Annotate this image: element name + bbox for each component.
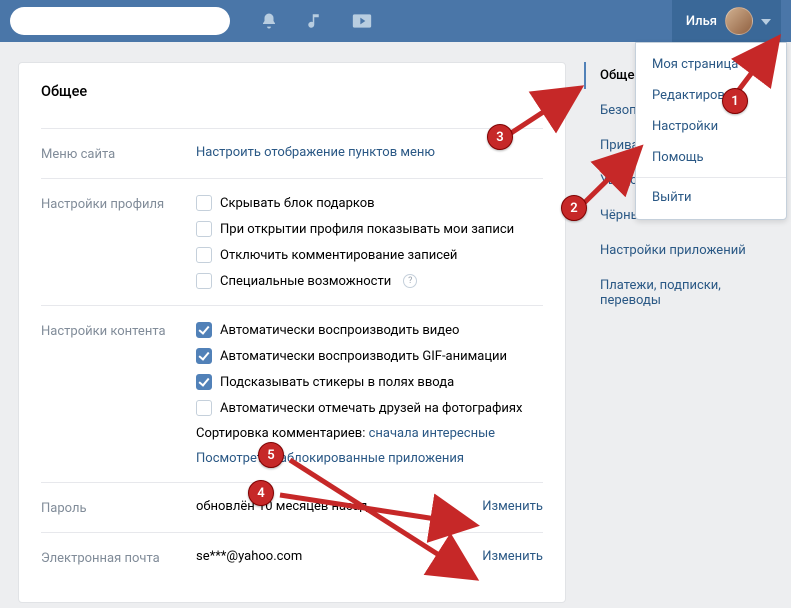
bell-icon[interactable] (260, 12, 278, 30)
dd-logout[interactable]: Выйти (636, 182, 786, 213)
sort-link[interactable]: сначала интересные (369, 426, 495, 441)
row-label: Пароль (41, 499, 196, 516)
user-name: Илья (686, 14, 717, 29)
row-email: Электронная почта se***@yahoo.com Измени… (41, 532, 543, 582)
chk-show-posts[interactable]: При открытии профиля показывать мои запи… (196, 221, 543, 237)
row-profile-settings: Настройки профиля Скрывать блок подарков… (41, 178, 543, 305)
top-icons (260, 12, 372, 30)
chk-hide-gifts[interactable]: Скрывать блок подарков (196, 195, 543, 211)
search-input[interactable] (10, 7, 230, 35)
configure-menu-link[interactable]: Настроить отображение пунктов меню (196, 145, 543, 160)
chevron-down-icon (761, 14, 771, 29)
dd-edit[interactable]: Редактировать (636, 80, 786, 111)
tab-payments[interactable]: Платежи, подписки, переводы (584, 272, 784, 314)
chk-disable-comments[interactable]: Отключить комментирование записей (196, 247, 543, 263)
user-menu-trigger[interactable]: Илья (672, 0, 781, 42)
chk-autotag-friends[interactable]: Автоматически отмечать друзей на фотогра… (196, 400, 543, 416)
avatar (725, 7, 753, 35)
blocked-apps-link[interactable]: Посмотреть заблокированные приложения (196, 451, 543, 466)
chk-accessibility[interactable]: Специальные возможности? (196, 273, 543, 289)
dd-separator (636, 177, 786, 178)
chk-sticker-hints[interactable]: Подсказывать стикеры в полях ввода (196, 374, 543, 390)
row-password: Пароль обновлён 10 месяцев назад Изменит… (41, 482, 543, 532)
topbar: Илья (0, 0, 791, 42)
change-email-link[interactable]: Изменить (482, 549, 543, 564)
email-value: se***@yahoo.com (196, 549, 302, 564)
tab-app-settings[interactable]: Настройки приложений (584, 237, 784, 264)
row-label: Меню сайта (41, 145, 196, 162)
help-icon[interactable]: ? (403, 274, 417, 288)
password-value: обновлён 10 месяцев назад (196, 499, 368, 514)
dd-help[interactable]: Помощь (636, 142, 786, 173)
dd-settings[interactable]: Настройки (636, 111, 786, 142)
row-label: Настройки профиля (41, 195, 196, 212)
user-dropdown: Моя страница Редактировать Настройки Пом… (635, 42, 787, 220)
chk-autoplay-video[interactable]: Автоматически воспроизводить видео (196, 322, 543, 338)
page-title: Общее (41, 83, 543, 100)
music-icon[interactable] (306, 12, 324, 30)
comment-sort: Сортировка комментариев: сначала интерес… (196, 426, 543, 441)
dd-my-page[interactable]: Моя страница (636, 49, 786, 80)
chk-autoplay-gif[interactable]: Автоматически воспроизводить GIF-анимаци… (196, 348, 543, 364)
row-label: Электронная почта (41, 549, 196, 566)
video-icon[interactable] (352, 13, 372, 29)
content-card: Общее Меню сайта Настроить отображение п… (18, 62, 566, 603)
change-password-link[interactable]: Изменить (482, 499, 543, 514)
row-label: Настройки контента (41, 322, 196, 339)
row-content-settings: Настройки контента Автоматически воспрои… (41, 305, 543, 482)
row-site-menu: Меню сайта Настроить отображение пунктов… (41, 128, 543, 178)
